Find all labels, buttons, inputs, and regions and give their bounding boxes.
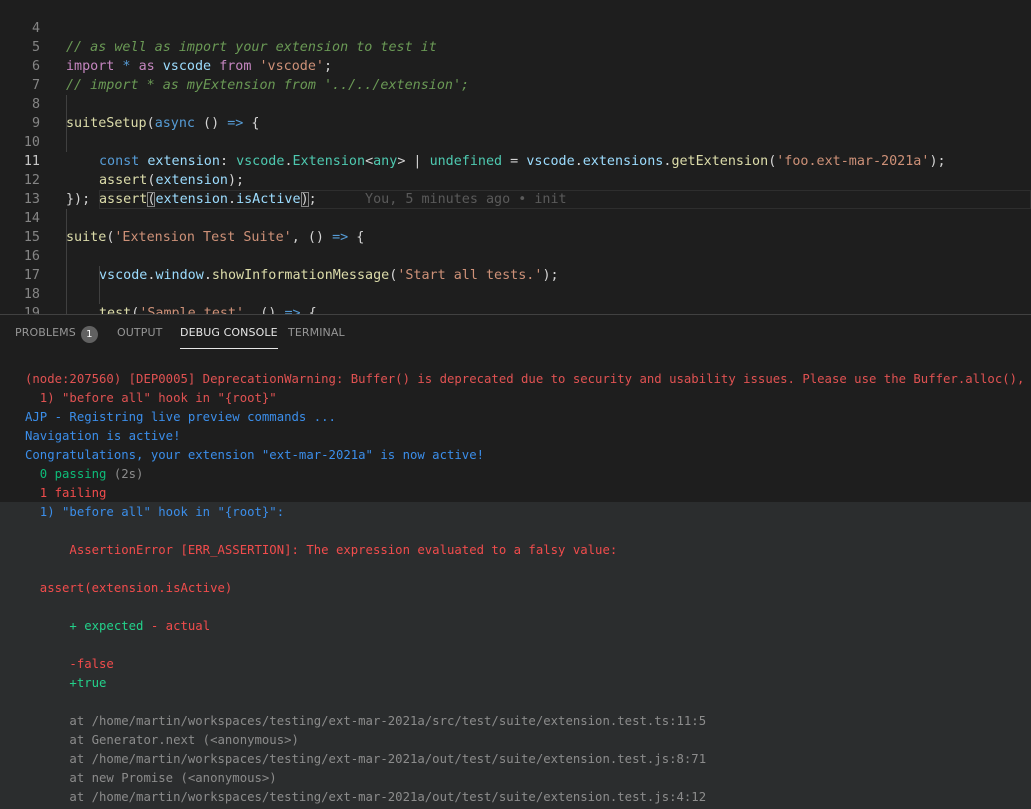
indent-guide — [66, 228, 67, 247]
bottom-panel: PROBLEMS 1 OUTPUT DEBUG CONSOLE TERMINAL … — [0, 314, 1031, 809]
code-line[interactable]: 17 test('Sample test', () => { — [0, 247, 1031, 314]
code-line[interactable]: 4 // as well as import your extension to… — [0, 0, 1031, 55]
tab-debug-console[interactable]: DEBUG CONSOLE — [180, 326, 278, 349]
code-line[interactable]: 12 }); — [0, 152, 1031, 207]
indent-guide — [66, 95, 67, 114]
code-line[interactable]: 7 — [0, 57, 1031, 93]
indent-guide — [99, 266, 100, 285]
tab-output[interactable]: OUTPUT — [117, 326, 162, 348]
code-line[interactable]: 9 const extension: vscode.Extension<any>… — [0, 95, 1031, 169]
code-line[interactable]: 5 import * as vscode from 'vscode'; — [0, 19, 1031, 74]
console-line[interactable]: at /home/martin/workspaces/testing/ext-m… — [25, 712, 1031, 731]
code-line[interactable]: 13 — [0, 171, 1031, 207]
console-line[interactable]: AssertionError [ERR_ASSERTION]: The expr… — [25, 541, 1031, 560]
code-line[interactable]: 18 assert.strictEqual(-1, [1, 2, 3].inde… — [0, 266, 1031, 302]
code-line[interactable]: 19 assert.strictEqual(-1, [1, 2, 3].inde… — [0, 285, 1031, 314]
tab-problems[interactable]: PROBLEMS 1 — [15, 326, 98, 348]
console-line[interactable]: (node:207560) [DEP0005] DeprecationWarni… — [25, 370, 1031, 389]
indent-guide — [66, 133, 67, 152]
duration: (2s) — [106, 467, 144, 481]
console-line[interactable]: 1 failing — [25, 484, 1031, 503]
console-line[interactable]: 0 passing (2s) — [25, 465, 1031, 484]
indent-guide — [66, 114, 67, 133]
console-line[interactable]: AJP - Registring live preview commands .… — [25, 408, 1031, 427]
indent-guide — [66, 285, 67, 304]
console-line[interactable]: at /home/martin/workspaces/testing/ext-m… — [25, 750, 1031, 769]
console-line[interactable]: + expected - actual — [25, 617, 1031, 636]
console-line[interactable]: at new Promise (<anonymous>) — [25, 769, 1031, 788]
code-line[interactable]: 15 vscode.window.showInformationMessage(… — [0, 209, 1031, 283]
console-line[interactable]: 1) "before all" hook in "{root}" — [25, 389, 1031, 408]
code-line[interactable]: 6 // import * as myExtension from '../..… — [0, 38, 1031, 93]
code-line[interactable]: 8 suiteSetup(async () => { — [0, 76, 1031, 131]
tab-label: DEBUG CONSOLE — [180, 326, 278, 339]
code-editor[interactable]: 4 // as well as import your extension to… — [0, 0, 1031, 314]
indent-guide — [66, 266, 67, 285]
console-line[interactable]: 1) "before all" hook in "{root}": — [25, 503, 1031, 522]
console-line[interactable]: assert(extension.isActive) — [25, 579, 1031, 598]
indent-guide — [66, 304, 67, 314]
console-line[interactable]: at /home/martin/workspaces/testing/ext-m… — [25, 788, 1031, 807]
code-line[interactable]: 20 }); — [0, 304, 1031, 314]
console-line[interactable]: Navigation is active! — [25, 427, 1031, 446]
passing-count: 0 passing — [25, 467, 107, 481]
panel-tabs: PROBLEMS 1 OUTPUT DEBUG CONSOLE TERMINAL — [0, 315, 1031, 351]
code-line[interactable]: 10 assert(extension); — [0, 114, 1031, 188]
console-line[interactable]: Congratulations, your extension "ext-mar… — [25, 446, 1031, 465]
diff-actual-label: - actual — [143, 619, 211, 633]
tab-label: PROBLEMS — [15, 326, 76, 339]
code-line[interactable]: 16 — [0, 228, 1031, 264]
problems-count-badge: 1 — [80, 326, 98, 343]
console-line[interactable]: -false — [25, 655, 1031, 674]
indent-guide — [99, 285, 100, 304]
console-line[interactable]: +true — [25, 674, 1031, 693]
diff-expected-label: + expected — [25, 619, 144, 633]
code-line[interactable]: 14 suite('Extension Test Suite', () => { — [0, 190, 1031, 245]
code-line-current[interactable]: 11 assert(extension.isActive); You, 5 mi… — [0, 133, 1031, 207]
tab-terminal[interactable]: TERMINAL — [288, 326, 345, 348]
tab-label: OUTPUT — [117, 326, 163, 339]
console-line[interactable]: at Generator.next (<anonymous>) — [25, 731, 1031, 750]
indent-guide — [66, 247, 67, 266]
tab-label: TERMINAL — [288, 326, 345, 339]
indent-guide — [66, 209, 67, 228]
